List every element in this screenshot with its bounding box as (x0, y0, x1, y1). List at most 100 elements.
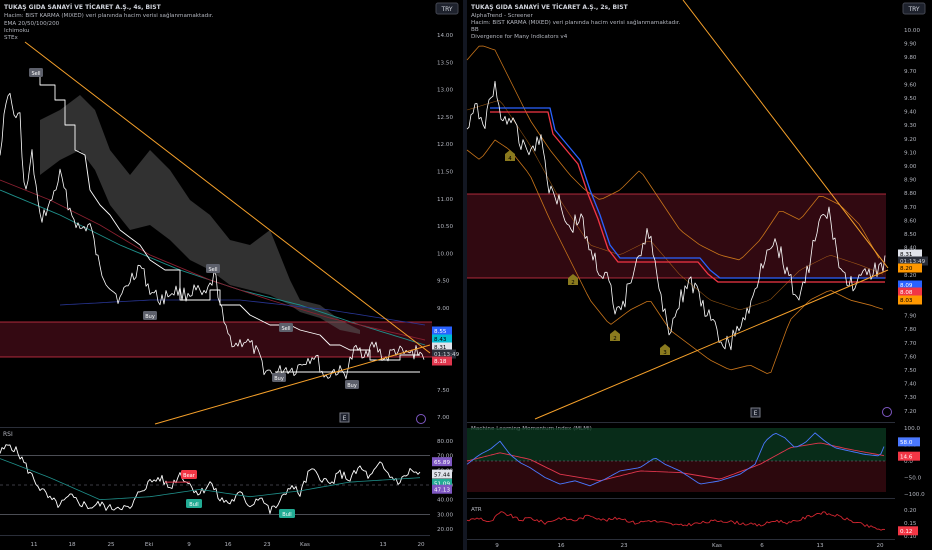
right-x-tick-label: 13 (816, 543, 824, 549)
right-y-tick-label: 10.00 (904, 28, 920, 34)
left-earnings-marker-label: E (343, 415, 347, 422)
right-chart-title: TUKAŞ GIDA SANAYİ VE TİCARET A.Ş., 2s, B… (471, 4, 629, 11)
left-x-tick-label: 25 (107, 542, 115, 548)
left-legend-ema[interactable]: EMA 20/50/100/200 (4, 21, 60, 27)
mlmi-tag-signal: 14.6 (900, 454, 913, 460)
rsi-y-tick-label: 40.00 (437, 498, 453, 504)
atr-y-tick-label: 0.15 (904, 521, 917, 527)
left-y-tick-label: 10.00 (437, 251, 453, 257)
left-chart-title: TUKAŞ GIDA SANAYİ VE TİCARET A.Ş., 4s, B… (4, 4, 162, 11)
left-y-tick-label: 10.50 (437, 224, 453, 230)
left-legend-ichimoku[interactable]: Ichimoku (4, 28, 30, 34)
chart-workspace: TUKAŞ GIDA SANAYİ VE TİCARET A.Ş., 4s, B… (0, 0, 932, 550)
signal-label: Sell (208, 267, 217, 273)
mlmi-bear-zone (467, 461, 886, 492)
right-y-tick-label: 9.20 (904, 137, 917, 143)
divergence-marker-label: 3 (663, 350, 667, 356)
right-legend-alphatrend[interactable]: AlphaTrend - Screener (471, 13, 533, 19)
left-y-tick-label: 13.00 (437, 88, 453, 94)
atr-y-tick-label: 0.20 (904, 508, 917, 514)
left-y-tick-label: 9.00 (437, 306, 450, 312)
right-currency-label: TRY (907, 6, 919, 13)
right-y-tick-label: 9.80 (904, 55, 917, 61)
right-y-tick-label: 7.30 (904, 395, 917, 401)
right-earnings-marker-label: E (754, 410, 758, 417)
right-y-tick-label: 8.70 (904, 205, 917, 211)
right-y-tick-label: 9.10 (904, 150, 917, 156)
left-x-tick-label: 23 (263, 542, 271, 548)
right-price-tag-alphatrend-2: 8.08 (900, 290, 913, 296)
right-y-tick-label: 9.40 (904, 110, 917, 116)
rsi-title: RSI (3, 431, 13, 438)
panel-divider[interactable] (463, 0, 467, 550)
left-y-tick-label: 14.00 (437, 33, 453, 39)
left-legend-volume: Hacim: BIST KARMA (MIXED) veri planında … (4, 12, 214, 19)
left-x-tick-label: Kas (300, 542, 310, 548)
left-y-tick-label: 11.50 (437, 170, 453, 176)
rsi-tag-lower: 47.13 (434, 487, 450, 493)
signal-label: Sell (31, 71, 40, 77)
mlmi-bull-zone (467, 428, 886, 461)
right-y-tick-label: 8.60 (904, 218, 917, 224)
right-y-tick-label: 7.70 (904, 341, 917, 347)
right-y-tick-label: 9.60 (904, 82, 917, 88)
right-y-tick-label: 8.20 (904, 273, 917, 279)
signal-label: Buy (145, 314, 155, 320)
price-tag-zone: 8.18 (434, 359, 447, 365)
left-x-tick-label: Eki (145, 542, 154, 548)
mlmi-tag-value: 58.0 (900, 440, 913, 446)
right-y-tick-label: 9.90 (904, 42, 917, 48)
right-x-tick-label: 16 (557, 543, 565, 549)
right-y-tick-label: 9.00 (904, 164, 917, 170)
right-x-tick-label: 20 (876, 543, 884, 549)
rsi-y-tick-label: 80.00 (437, 439, 453, 445)
signal-label: Buy (347, 383, 357, 389)
divergence-marker-label: 2 (571, 280, 575, 286)
divergence-marker-label: 2 (613, 336, 617, 342)
right-legend-volume: Hacim: BIST KARMA (MIXED) veri planında … (471, 19, 681, 26)
left-y-tick-label: 12.00 (437, 142, 453, 148)
right-price-tag-bb-upper: 8.20 (900, 266, 913, 272)
right-y-tick-label: 9.30 (904, 123, 917, 129)
mlmi-pane[interactable]: 100.050.00.0−50.0−100.058.014.6 (466, 426, 925, 498)
left-x-tick-label: 11 (30, 542, 38, 548)
right-y-tick-label: 7.80 (904, 327, 917, 333)
right-y-tick-label: 9.70 (904, 69, 917, 75)
right-y-tick-label: 7.20 (904, 409, 917, 415)
atr-title: ATR (471, 507, 482, 513)
mlmi-y-tick-label: 100.0 (904, 426, 920, 432)
left-y-tick-label: 12.50 (437, 115, 453, 121)
atr-tag-value: 0.12 (900, 529, 912, 535)
left-legend-stex[interactable]: STEx (4, 35, 19, 41)
signal-label: Sell (281, 326, 290, 332)
right-y-tick-label: 7.50 (904, 368, 917, 374)
right-legend-divergence[interactable]: Divergence for Many Indicators v4 (471, 34, 568, 40)
right-x-tick-label: 9 (495, 543, 499, 549)
left-y-tick-label: 9.50 (437, 279, 450, 285)
rsi-y-tick-label: 30.00 (437, 512, 453, 518)
rsi-tag-upper: 65.89 (434, 460, 450, 466)
mlmi-y-tick-label: −100.0 (904, 492, 925, 498)
rsi-signal-label: Bear (183, 473, 196, 479)
rsi-signal-label: Bull (189, 502, 198, 508)
rsi-y-tick-label: 20.00 (437, 527, 453, 533)
price-tag-ema: 8.55 (434, 329, 447, 335)
right-legend-bb[interactable]: BB (471, 27, 479, 33)
price-tag-cloud: 8.43 (434, 337, 447, 343)
left-y-tick-label: 11.00 (437, 197, 453, 203)
right-y-tick-label: 7.60 (904, 354, 917, 360)
left-x-tick-label: 16 (224, 542, 232, 548)
signal-label: Buy (274, 376, 284, 382)
right-supply-demand-zone[interactable] (467, 194, 886, 278)
right-y-tick-label: 7.40 (904, 382, 917, 388)
right-y-tick-label: 8.50 (904, 232, 917, 238)
rsi-signal-label: Bull (282, 512, 291, 518)
left-currency-label: TRY (440, 6, 452, 13)
right-price-tag-bb-lower: 8.03 (900, 298, 913, 304)
right-y-tick-label: 9.50 (904, 96, 917, 102)
right-x-tick-label: Kas (712, 543, 722, 549)
right-x-tick-label: 23 (620, 543, 628, 549)
right-y-tick-label: 8.90 (904, 178, 917, 184)
left-y-tick-label: 13.50 (437, 60, 453, 66)
right-x-tick-label: 6 (760, 543, 764, 549)
